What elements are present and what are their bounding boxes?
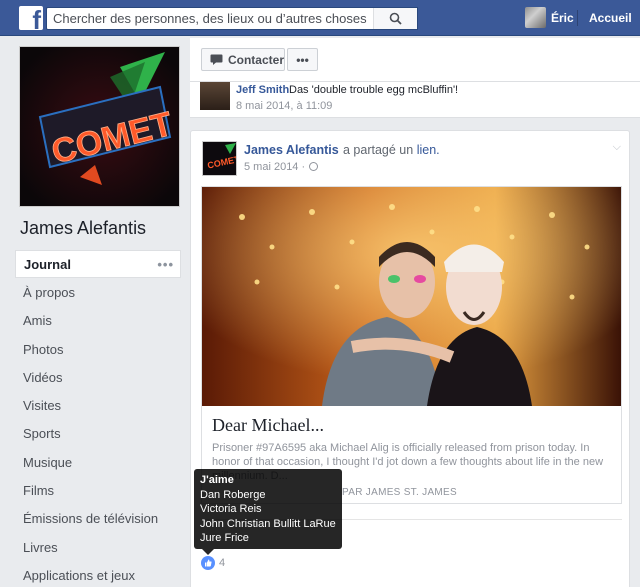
nav-item-movies[interactable]: Films — [15, 476, 181, 504]
nav-item-apps-games[interactable]: Applications et jeux — [15, 561, 181, 587]
nav-item-label: Films — [23, 483, 55, 499]
comet-avatar-image: COMET — [203, 142, 236, 175]
tooltip-name: John Christian Bullitt LaRue — [200, 517, 336, 530]
topbar-divider — [577, 10, 578, 26]
nav-item-label: Livres — [23, 539, 58, 555]
chevron-down-icon[interactable]: ⌵ — [613, 141, 621, 154]
nav-item-label: Visites — [23, 398, 62, 414]
comet-sign-image: COMET — [20, 47, 179, 206]
post-author-link[interactable]: James Alefantis — [244, 143, 339, 157]
post-shared-text: a partagé un lien. — [343, 143, 440, 157]
nav-item-label: Journal — [24, 256, 71, 272]
contact-button[interactable]: Contacter — [201, 48, 285, 71]
nav-item-label: Applications et jeux — [23, 567, 136, 583]
more-actions-button[interactable]: ••• — [287, 48, 318, 71]
post-date[interactable]: 5 mai 2014 · — [244, 161, 319, 173]
search-button[interactable] — [373, 8, 417, 29]
user-avatar[interactable] — [525, 7, 546, 28]
profile-actions-bar: Contacter ••• — [190, 38, 640, 82]
user-name-link[interactable]: Éric — [551, 11, 574, 25]
globe-icon — [309, 162, 319, 171]
nav-item-label: Musique — [23, 454, 73, 470]
link-title[interactable]: Dear Michael... — [212, 415, 324, 436]
nav-item-label: Photos — [23, 341, 64, 357]
story-text: Das 'double trouble egg mcBluffin'! — [289, 84, 459, 96]
nav-item-friends[interactable]: Amis — [15, 307, 181, 335]
nav-item-label: À propos — [23, 284, 76, 300]
nav-item-videos[interactable]: Vidéos — [15, 363, 181, 391]
profile-navigation: Journal ••• À propos Amis Photos Vidéos … — [15, 250, 181, 587]
nav-item-sports[interactable]: Sports — [15, 420, 181, 448]
search-input[interactable] — [47, 8, 367, 29]
story-author-link[interactable]: Jeff Smith — [236, 84, 289, 96]
party-photo — [202, 187, 621, 406]
top-navigation-bar: f Éric Accueil — [0, 0, 640, 36]
logo-letter: f — [32, 6, 41, 30]
shared-link-card[interactable]: Dear Michael... Prisoner #97A6595 aka Mi… — [201, 186, 622, 504]
nav-item-tv-shows[interactable]: Émissions de télévision — [15, 505, 181, 533]
facebook-logo-icon[interactable]: f — [19, 6, 43, 30]
nav-item-books[interactable]: Livres — [15, 533, 181, 561]
tooltip-name: Jure Frice — [200, 532, 249, 544]
tooltip-title: J'aime — [200, 474, 234, 486]
nav-item-photos[interactable]: Photos — [15, 335, 181, 363]
shared-verb: a partagé un — [343, 143, 414, 157]
nav-item-label: Vidéos — [23, 369, 63, 385]
story-date[interactable]: 8 mai 2014, à 11:09 — [236, 100, 332, 112]
likes-tooltip: J'aime Dan Roberge Victoria Reis John Ch… — [194, 469, 342, 555]
tooltip-name: Dan Roberge — [200, 488, 266, 501]
post-date-text: 5 mai 2014 · — [244, 161, 306, 173]
nav-item-label: Amis — [23, 313, 52, 329]
nav-item-label: Émissions de télévision — [23, 511, 159, 527]
nav-item-visits[interactable]: Visites — [15, 391, 181, 419]
tooltip-arrow — [202, 549, 214, 555]
contact-label: Contacter — [227, 52, 284, 67]
link-source: PAR JAMES ST. JAMES — [342, 487, 457, 498]
previous-story: Jeff Smith Das 'double trouble egg mcBlu… — [190, 82, 640, 118]
like-count: 4 — [219, 557, 226, 569]
nav-item-about[interactable]: À propos — [15, 278, 181, 306]
profile-picture[interactable]: COMET — [19, 46, 180, 207]
profile-name[interactable]: James Alefantis — [20, 218, 146, 239]
author-avatar[interactable]: COMET — [202, 141, 237, 176]
nav-item-label: Sports — [23, 426, 61, 442]
message-icon — [210, 54, 223, 65]
like-icon — [201, 556, 215, 570]
nav-item-journal[interactable]: Journal ••• — [15, 250, 181, 279]
nav-item-music[interactable]: Musique — [15, 448, 181, 476]
home-link[interactable]: Accueil — [589, 11, 632, 25]
more-options-icon[interactable]: ••• — [157, 257, 174, 272]
reactions-summary[interactable]: 4 — [201, 556, 225, 570]
shared-link[interactable]: lien. — [417, 143, 440, 157]
story-thumbnail[interactable] — [200, 82, 230, 110]
search-box — [46, 7, 418, 30]
tooltip-name: Victoria Reis — [200, 503, 262, 515]
link-preview-image[interactable] — [202, 187, 621, 406]
search-icon — [389, 12, 402, 25]
